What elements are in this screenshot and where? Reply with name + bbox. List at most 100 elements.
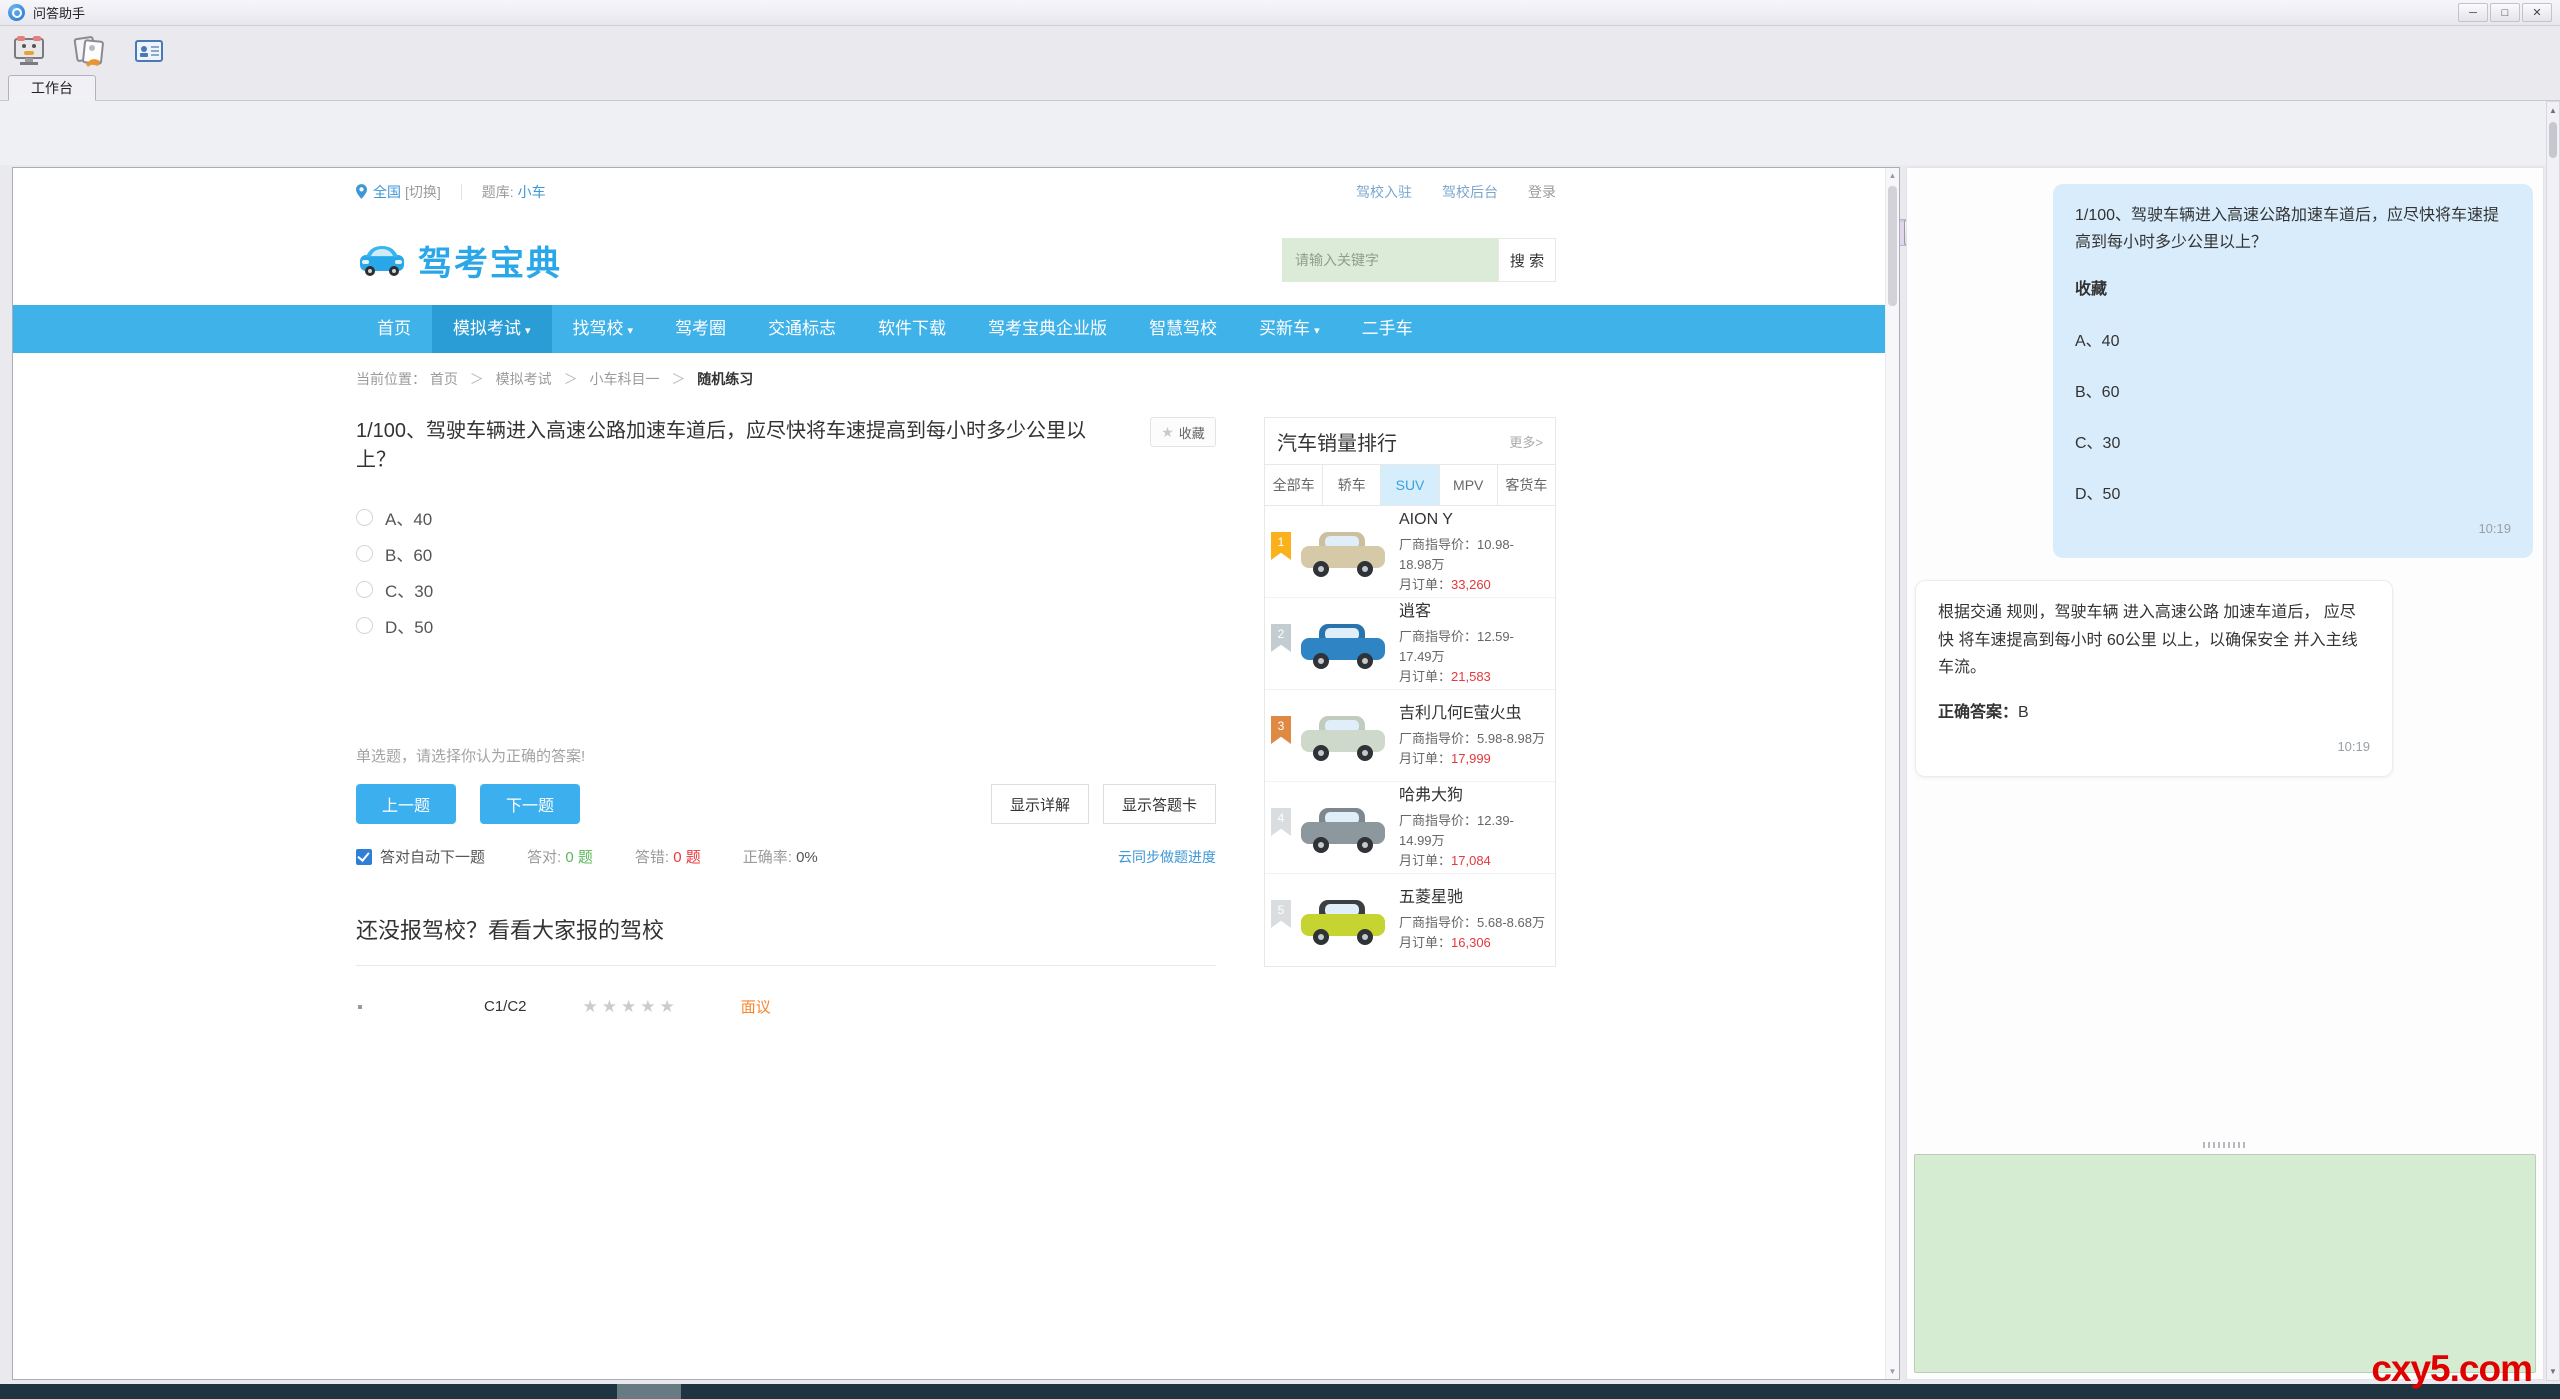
show-explanation-button[interactable]: 显示详解 [991, 784, 1089, 824]
nav-item-used-car[interactable]: 二手车 [1341, 305, 1434, 353]
scroll-up-icon[interactable]: ▲ [1886, 171, 1899, 180]
option-c[interactable]: C、30 [356, 571, 1216, 607]
tab-mpv[interactable]: MPV [1440, 465, 1498, 505]
cards-icon [72, 34, 106, 68]
nav-item-downloads[interactable]: 软件下载 [857, 305, 967, 353]
stats-row: 答对自动下一题 答对: 0 题 答错: 0 题 正确率: 0% 云同步做题进度 [356, 846, 1216, 867]
nav-item-enterprise[interactable]: 驾考宝典企业版 [967, 305, 1128, 353]
license-type: C1/C2 [484, 998, 527, 1015]
chat-option-b: B、60 [2075, 379, 2511, 406]
search-input[interactable] [1282, 238, 1498, 282]
wrong-count: 0 题 [673, 849, 701, 866]
nav-item-smart-school[interactable]: 智慧驾校 [1128, 305, 1238, 353]
chat-option-d: D、50 [2075, 481, 2511, 508]
tab-truck[interactable]: 客货车 [1498, 465, 1555, 505]
nav-item-circle[interactable]: 驾考圈 [654, 305, 747, 353]
ranking-item[interactable]: 3 吉利几何E萤火虫 厂商指导价：5.98-8.98万 月订单：17,999 [1265, 690, 1555, 782]
maximize-button[interactable]: □ [2490, 3, 2520, 22]
divider [356, 965, 1216, 966]
ranking-item[interactable]: 5 五菱星驰 厂商指导价：5.68-8.68万 月订单：16,306 [1265, 874, 1555, 966]
school-join-link[interactable]: 驾校入驻 [1356, 182, 1412, 202]
option-d[interactable]: D、50 [356, 607, 1216, 643]
tab-workbench[interactable]: 工作台 [8, 75, 96, 101]
scroll-down-icon[interactable]: ▼ [1886, 1367, 1899, 1376]
nav-item-traffic-signs[interactable]: 交通标志 [747, 305, 857, 353]
tab-sedan[interactable]: 轿车 [1323, 465, 1381, 505]
tab-suv[interactable]: SUV [1381, 465, 1439, 505]
breadcrumb-home[interactable]: 首页 [430, 371, 458, 387]
nav-item-mock-exam[interactable]: 模拟考试▾ [432, 305, 552, 353]
scrollbar-thumb[interactable] [1888, 186, 1897, 306]
correct-count: 0 题 [565, 849, 593, 866]
chat-input[interactable] [1914, 1154, 2536, 1373]
radio-icon[interactable] [356, 581, 373, 598]
rank-badge: 2 [1271, 624, 1291, 652]
window-scrollbar[interactable]: ▲ ▼ [2546, 101, 2560, 1381]
ranking-item[interactable]: 4 哈弗大狗 厂商指导价：12.39-14.99万 月订单：17,084 [1265, 782, 1555, 874]
breadcrumb-current: 随机练习 [697, 371, 753, 387]
option-b[interactable]: B、60 [356, 535, 1216, 571]
nav-item-find-school[interactable]: 找驾校▾ [552, 305, 655, 353]
minimize-button[interactable]: ─ [2458, 3, 2488, 22]
ranking-more-link[interactable]: 更多> [1509, 432, 1543, 451]
site-logo[interactable]: 驾考宝典 [356, 236, 562, 285]
panel-splitter[interactable] [1907, 1140, 2543, 1150]
car-image [1297, 616, 1389, 672]
show-answer-card-button[interactable]: 显示答题卡 [1103, 784, 1216, 824]
assistant-robot-toolbar-button[interactable] [10, 32, 48, 70]
car-logo-icon [356, 241, 408, 279]
login-link[interactable]: 登录 [1528, 182, 1556, 202]
car-price: 5.98-8.98万 [1477, 731, 1545, 746]
scroll-up-icon[interactable]: ▲ [2548, 106, 2558, 115]
car-image [1297, 800, 1389, 856]
divider [461, 184, 462, 200]
chat-answer-text: 根据交通 规则，驾驶车辆 进入高速公路 加速车道后， 应尽快 将车速提高到每小时… [1938, 599, 2370, 681]
rank-badge: 5 [1271, 900, 1291, 928]
next-question-button[interactable]: 下一题 [480, 784, 580, 824]
location-pin-icon [356, 184, 367, 199]
rating-stars: ★★★★★ [583, 997, 679, 1017]
option-a[interactable]: A、40 [356, 499, 1216, 535]
horizontal-scroll-thumb[interactable] [617, 1384, 681, 1399]
radio-icon[interactable] [356, 617, 373, 634]
school-admin-link[interactable]: 驾校后台 [1442, 182, 1498, 202]
auto-next-checkbox[interactable] [356, 849, 372, 865]
prev-question-button[interactable]: 上一题 [356, 784, 456, 824]
tab-all-cars[interactable]: 全部车 [1265, 465, 1323, 505]
breadcrumb: 当前位置： 首页 ＞ 模拟考试 ＞ 小车科目一 ＞ 随机练习 [356, 369, 1556, 389]
car-orders: 16,306 [1451, 935, 1491, 950]
location-link[interactable]: 全国 [373, 182, 401, 202]
question-bank-toolbar-button[interactable] [70, 32, 108, 70]
bottom-scroll-strip[interactable] [0, 1384, 2560, 1399]
bank-value-link[interactable]: 小车 [518, 182, 546, 202]
location-switch-link[interactable]: [切换] [405, 182, 441, 202]
radio-icon[interactable] [356, 509, 373, 526]
nav-item-buy-new-car[interactable]: 买新车▾ [1238, 305, 1341, 353]
message-timestamp: 10:19 [2075, 518, 2511, 540]
scroll-down-icon[interactable]: ▼ [2548, 1367, 2558, 1376]
nav-item-home[interactable]: 首页 [356, 305, 432, 353]
cloud-sync-link[interactable]: 云同步做题进度 [1118, 847, 1216, 867]
breadcrumb-mock-exam[interactable]: 模拟考试 [496, 371, 552, 387]
school-row[interactable]: C1/C2 ★★★★★ 面议 [356, 996, 1216, 1017]
contact-card-toolbar-button[interactable] [130, 32, 168, 70]
car-orders: 17,999 [1451, 751, 1491, 766]
breadcrumb-kemu1[interactable]: 小车科目一 [589, 371, 659, 387]
browser-scrollbar[interactable]: ▲ ▼ [1885, 168, 1899, 1379]
price-negotiable: 面议 [741, 996, 771, 1017]
search-button[interactable]: 搜 索 [1498, 238, 1556, 282]
address-row: 链接地址: 访问 问答开关: 开 模式: 大模型问答 场景: 鹰眼模式 [0, 101, 2560, 165]
site-logo-text: 驾考宝典 [418, 236, 562, 285]
favorite-button[interactable]: ★ 收藏 [1150, 417, 1216, 447]
ranking-item[interactable]: 2 逍客 厂商指导价：12.59-17.49万 月订单：21,583 [1265, 598, 1555, 690]
question-area: 1/100、驾驶车辆进入高速公路加速车道后，应尽快将车速提高到每小时多少公里以上… [356, 417, 1216, 1017]
close-button[interactable]: ✕ [2522, 3, 2552, 22]
correct-answer-label: 正确答案： [1938, 704, 2018, 721]
radio-icon[interactable] [356, 545, 373, 562]
ranking-item[interactable]: 1 AION Y 厂商指导价：10.98-18.98万 月订单：33,260 [1265, 506, 1555, 598]
search-box: 搜 索 [1282, 238, 1556, 282]
car-name: 五菱星驰 [1399, 886, 1545, 911]
chat-question-text: 1/100、驾驶车辆进入高速公路加速车道后，应尽快将车速提高到每小时多少公里以上… [2075, 202, 2511, 256]
school-section-title: 还没报驾校？看看大家报的驾校 [356, 913, 1216, 945]
scrollbar-thumb[interactable] [2549, 122, 2557, 158]
